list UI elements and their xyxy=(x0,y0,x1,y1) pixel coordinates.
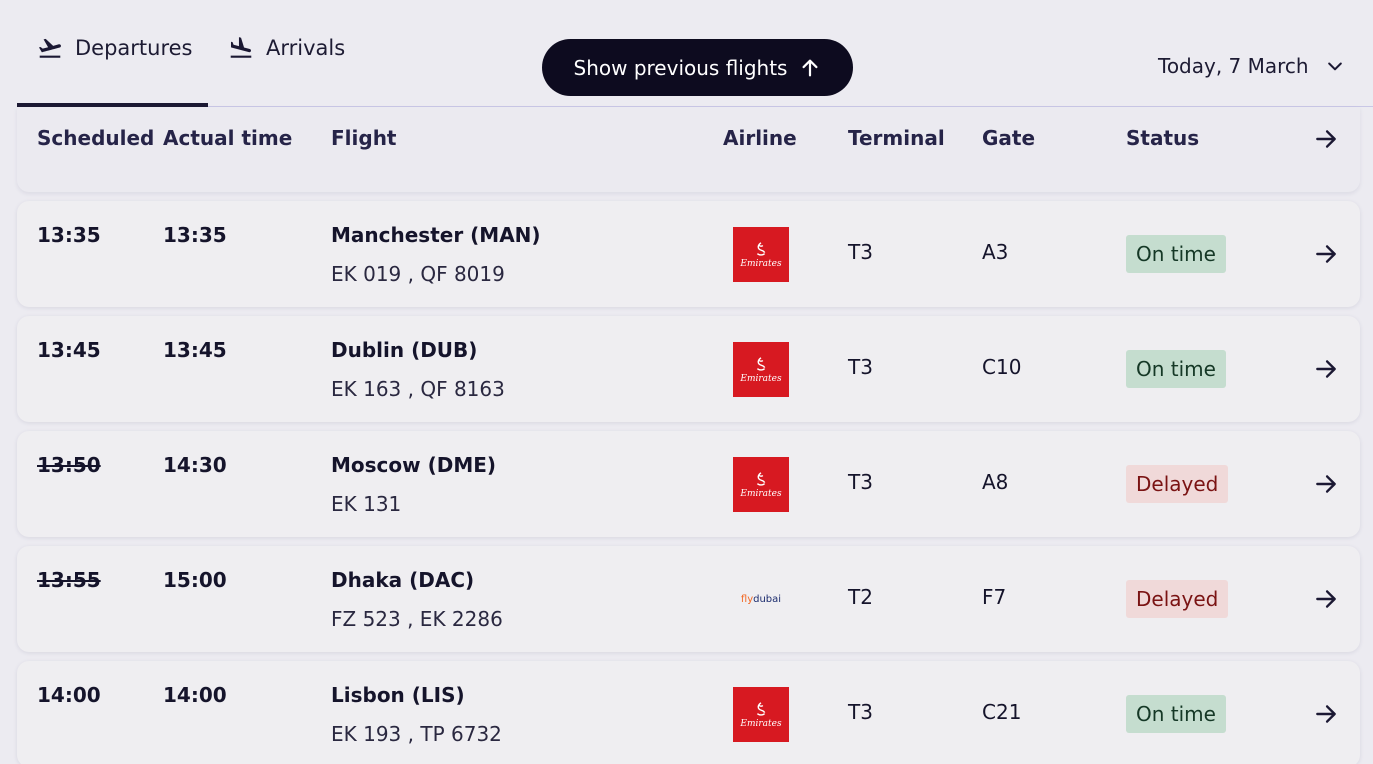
destination: Lisbon (LIS) xyxy=(331,683,465,707)
scheduled-time: 14:00 xyxy=(37,683,101,707)
destination: Moscow (DME) xyxy=(331,453,497,477)
date-select[interactable]: Today, 7 March xyxy=(1158,50,1345,82)
arrow-right-icon[interactable] xyxy=(1313,701,1339,727)
emirates-wordmark: Emirates xyxy=(740,258,782,269)
emirates-logo: Emirates xyxy=(733,227,789,282)
gate: A3 xyxy=(982,240,1009,264)
flight-row[interactable]: 13:50 14:30 Moscow (DME) EK 131 Emirates… xyxy=(17,431,1360,537)
actual-time: 13:45 xyxy=(163,338,227,362)
show-previous-flights-label: Show previous flights xyxy=(573,55,788,80)
flight-codes: EK 019 , QF 8019 xyxy=(331,262,505,286)
arrow-right-icon[interactable] xyxy=(1313,356,1339,382)
terminal: T2 xyxy=(848,585,873,609)
flight-row[interactable]: 14:00 14:00 Lisbon (LIS) EK 193 , TP 673… xyxy=(17,661,1360,764)
col-actual-time: Actual time xyxy=(163,126,293,150)
flight-board: Departures Arrivals Show previous flight… xyxy=(0,0,1373,764)
table-header: Scheduled Actual time Flight Airline Ter… xyxy=(17,107,1360,192)
chevron-down-icon xyxy=(1325,56,1345,76)
col-terminal: Terminal xyxy=(848,126,945,150)
date-select-value: Today, 7 March xyxy=(1158,54,1309,78)
emirates-crest-icon xyxy=(756,471,766,486)
gate: C21 xyxy=(982,700,1022,724)
tab-departures[interactable]: Departures xyxy=(17,0,208,107)
show-previous-flights-button[interactable]: Show previous flights xyxy=(542,39,853,96)
emirates-crest-icon xyxy=(756,356,766,371)
arrow-right-icon[interactable] xyxy=(1313,586,1339,612)
scheduled-time: 13:45 xyxy=(37,338,101,362)
gate: F7 xyxy=(982,585,1007,609)
flydubai-logo: fly dubai xyxy=(733,572,789,627)
arrow-right-icon[interactable] xyxy=(1313,241,1339,267)
flydubai-wordmark-fly: fly xyxy=(740,594,754,605)
tab-arrivals-label: Arrivals xyxy=(266,35,346,60)
flight-codes: EK 163 , QF 8163 xyxy=(331,377,505,401)
col-gate: Gate xyxy=(982,126,1036,150)
terminal: T3 xyxy=(848,470,873,494)
terminal: T3 xyxy=(848,700,873,724)
tab-departures-label: Departures xyxy=(75,35,193,60)
col-status: Status xyxy=(1126,126,1200,150)
scheduled-time: 13:55 xyxy=(37,568,101,592)
tab-arrivals[interactable]: Arrivals xyxy=(228,0,368,107)
actual-time: 15:00 xyxy=(163,568,227,592)
arrow-up-icon xyxy=(799,57,821,79)
emirates-crest-icon xyxy=(756,701,766,716)
arrow-right-icon[interactable] xyxy=(1313,126,1339,152)
plane-landing-icon xyxy=(228,35,254,61)
emirates-crest-icon xyxy=(756,241,766,256)
col-airline: Airline xyxy=(723,126,797,150)
destination: Manchester (MAN) xyxy=(331,223,541,247)
flydubai-wordmark-dubai: dubai xyxy=(753,594,782,605)
emirates-logo: Emirates xyxy=(733,687,789,742)
emirates-wordmark: Emirates xyxy=(740,718,782,729)
emirates-logo: Emirates xyxy=(733,342,789,397)
emirates-wordmark: Emirates xyxy=(740,373,782,384)
flight-row[interactable]: 13:35 13:35 Manchester (MAN) EK 019 , QF… xyxy=(17,201,1360,307)
flight-row[interactable]: 13:45 13:45 Dublin (DUB) EK 163 , QF 816… xyxy=(17,316,1360,422)
arrow-right-icon[interactable] xyxy=(1313,471,1339,497)
status-badge: On time xyxy=(1126,235,1226,273)
flight-codes: EK 193 , TP 6732 xyxy=(331,722,502,746)
col-flight: Flight xyxy=(331,126,397,150)
emirates-logo: Emirates xyxy=(733,457,789,512)
terminal: T3 xyxy=(848,240,873,264)
flight-row[interactable]: 13:55 15:00 Dhaka (DAC) FZ 523 , EK 2286… xyxy=(17,546,1360,652)
flight-codes: EK 131 xyxy=(331,492,402,516)
top-bar: Departures Arrivals Show previous flight… xyxy=(0,0,1373,107)
gate: C10 xyxy=(982,355,1022,379)
terminal: T3 xyxy=(848,355,873,379)
scheduled-time: 13:35 xyxy=(37,223,101,247)
actual-time: 13:35 xyxy=(163,223,227,247)
status-badge: On time xyxy=(1126,350,1226,388)
status-badge: Delayed xyxy=(1126,580,1229,618)
actual-time: 14:00 xyxy=(163,683,227,707)
col-scheduled: Scheduled xyxy=(37,126,155,150)
actual-time: 14:30 xyxy=(163,453,227,477)
emirates-wordmark: Emirates xyxy=(740,488,782,499)
destination: Dublin (DUB) xyxy=(331,338,478,362)
flight-codes: FZ 523 , EK 2286 xyxy=(331,607,503,631)
plane-takeoff-icon xyxy=(37,35,63,61)
status-badge: On time xyxy=(1126,695,1226,733)
scheduled-time: 13:50 xyxy=(37,453,101,477)
destination: Dhaka (DAC) xyxy=(331,568,475,592)
status-badge: Delayed xyxy=(1126,465,1229,503)
gate: A8 xyxy=(982,470,1009,494)
